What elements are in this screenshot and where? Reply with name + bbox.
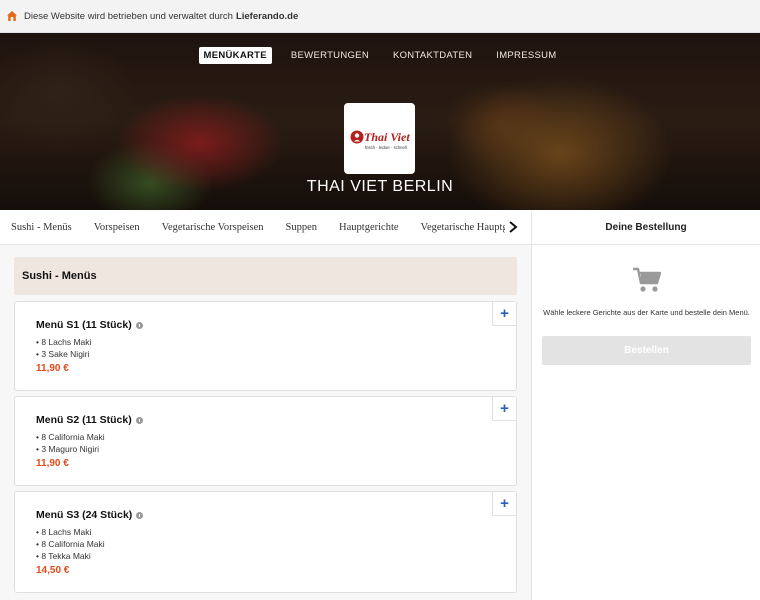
info-icon[interactable] (136, 511, 144, 519)
item-detail: • 8 Lachs Maki (36, 527, 92, 537)
item-detail: • 3 Sake Nigiri (36, 349, 90, 359)
order-sidebar: Deine Bestellung Wähle leckere Gerichte … (531, 210, 760, 600)
add-item-button[interactable]: + (492, 397, 516, 421)
item-title-row: Menü S3 (24 Stück) (36, 509, 144, 521)
empty-cart-text: Wähle leckere Gerichte aus der Karte und… (543, 308, 750, 317)
menu-item-s2[interactable]: Menü S2 (11 Stück) • 8 California Maki •… (14, 396, 517, 486)
restaurant-name: THAI VIET BERLIN (306, 178, 454, 195)
house-icon (7, 11, 17, 21)
category-hauptgerichte[interactable]: Hauptgerichte (339, 222, 398, 233)
menu-item-s3[interactable]: Menü S3 (24 Stück) • 8 Lachs Maki • 8 Ca… (14, 491, 517, 593)
main-nav: MENÜKARTE BEWERTUNGEN KONTAKTDATEN IMPRE… (0, 47, 760, 64)
item-price: 11,90 € (36, 458, 69, 469)
item-detail: • 8 California Maki (36, 539, 105, 549)
restaurant-logo: Thai Viet frisch · lecker · schnell (344, 103, 415, 174)
nav-impressum[interactable]: IMPRESSUM (491, 47, 561, 64)
category-vorspeisen[interactable]: Vorspeisen (94, 222, 140, 233)
info-bar-brand[interactable]: Lieferando.de (236, 11, 298, 22)
info-icon[interactable] (135, 416, 143, 424)
category-suppen[interactable]: Suppen (286, 222, 318, 233)
order-button[interactable]: Bestellen (542, 336, 751, 365)
nav-menukarte[interactable]: MENÜKARTE (198, 47, 272, 64)
hero-banner: MENÜKARTE BEWERTUNGEN KONTAKTDATEN IMPRE… (0, 33, 760, 210)
cart-icon (633, 267, 662, 292)
item-title-row: Menü S1 (11 Stück) (36, 319, 143, 331)
logo-graphic: Thai Viet frisch · lecker · schnell (350, 130, 410, 150)
info-bar: Diese Website wird betrieben und verwalt… (0, 0, 760, 33)
item-title-row: Menü S2 (11 Stück) (36, 414, 143, 426)
item-detail: • 8 California Maki (36, 432, 105, 442)
item-title: Menü S1 (11 Stück) (36, 319, 132, 331)
logo-name: Thai Viet (364, 130, 410, 144)
logo-tagline: frisch · lecker · schnell (365, 145, 407, 150)
category-bar: Sushi - Menüs Vorspeisen Vegetarische Vo… (0, 210, 531, 245)
order-title: Deine Bestellung (532, 210, 760, 245)
menu-content: Sushi - Menüs Menü S1 (11 Stück) • 8 Lac… (0, 245, 531, 600)
item-price: 11,90 € (36, 363, 69, 374)
item-title: Menü S2 (11 Stück) (36, 414, 132, 426)
add-item-button[interactable]: + (492, 302, 516, 326)
chevron-right-icon[interactable] (505, 219, 521, 235)
item-price: 14,50 € (36, 565, 70, 576)
add-item-button[interactable]: + (492, 492, 516, 516)
info-bar-text: Diese Website wird betrieben und verwalt… (24, 10, 233, 22)
item-title: Menü S3 (24 Stück) (36, 509, 133, 521)
category-vegetarische-vorspeisen[interactable]: Vegetarische Vorspeisen (162, 222, 264, 233)
item-detail: • 3 Maguro Nigiri (36, 444, 99, 454)
category-sushi-menus[interactable]: Sushi - Menüs (11, 222, 72, 233)
item-detail: • 8 Lachs Maki (36, 337, 92, 347)
section-title: Sushi - Menüs (14, 257, 517, 295)
category-vegetarische-hauptgerichte[interactable]: Vegetarische Hauptge (421, 222, 513, 233)
info-icon[interactable] (135, 321, 143, 329)
nav-bewertungen[interactable]: BEWERTUNGEN (286, 47, 374, 64)
nav-kontaktdaten[interactable]: KONTAKTDATEN (388, 47, 477, 64)
item-detail: • 8 Tekka Maki (36, 551, 91, 561)
menu-item-s1[interactable]: Menü S1 (11 Stück) • 8 Lachs Maki • 3 Sa… (14, 301, 517, 391)
